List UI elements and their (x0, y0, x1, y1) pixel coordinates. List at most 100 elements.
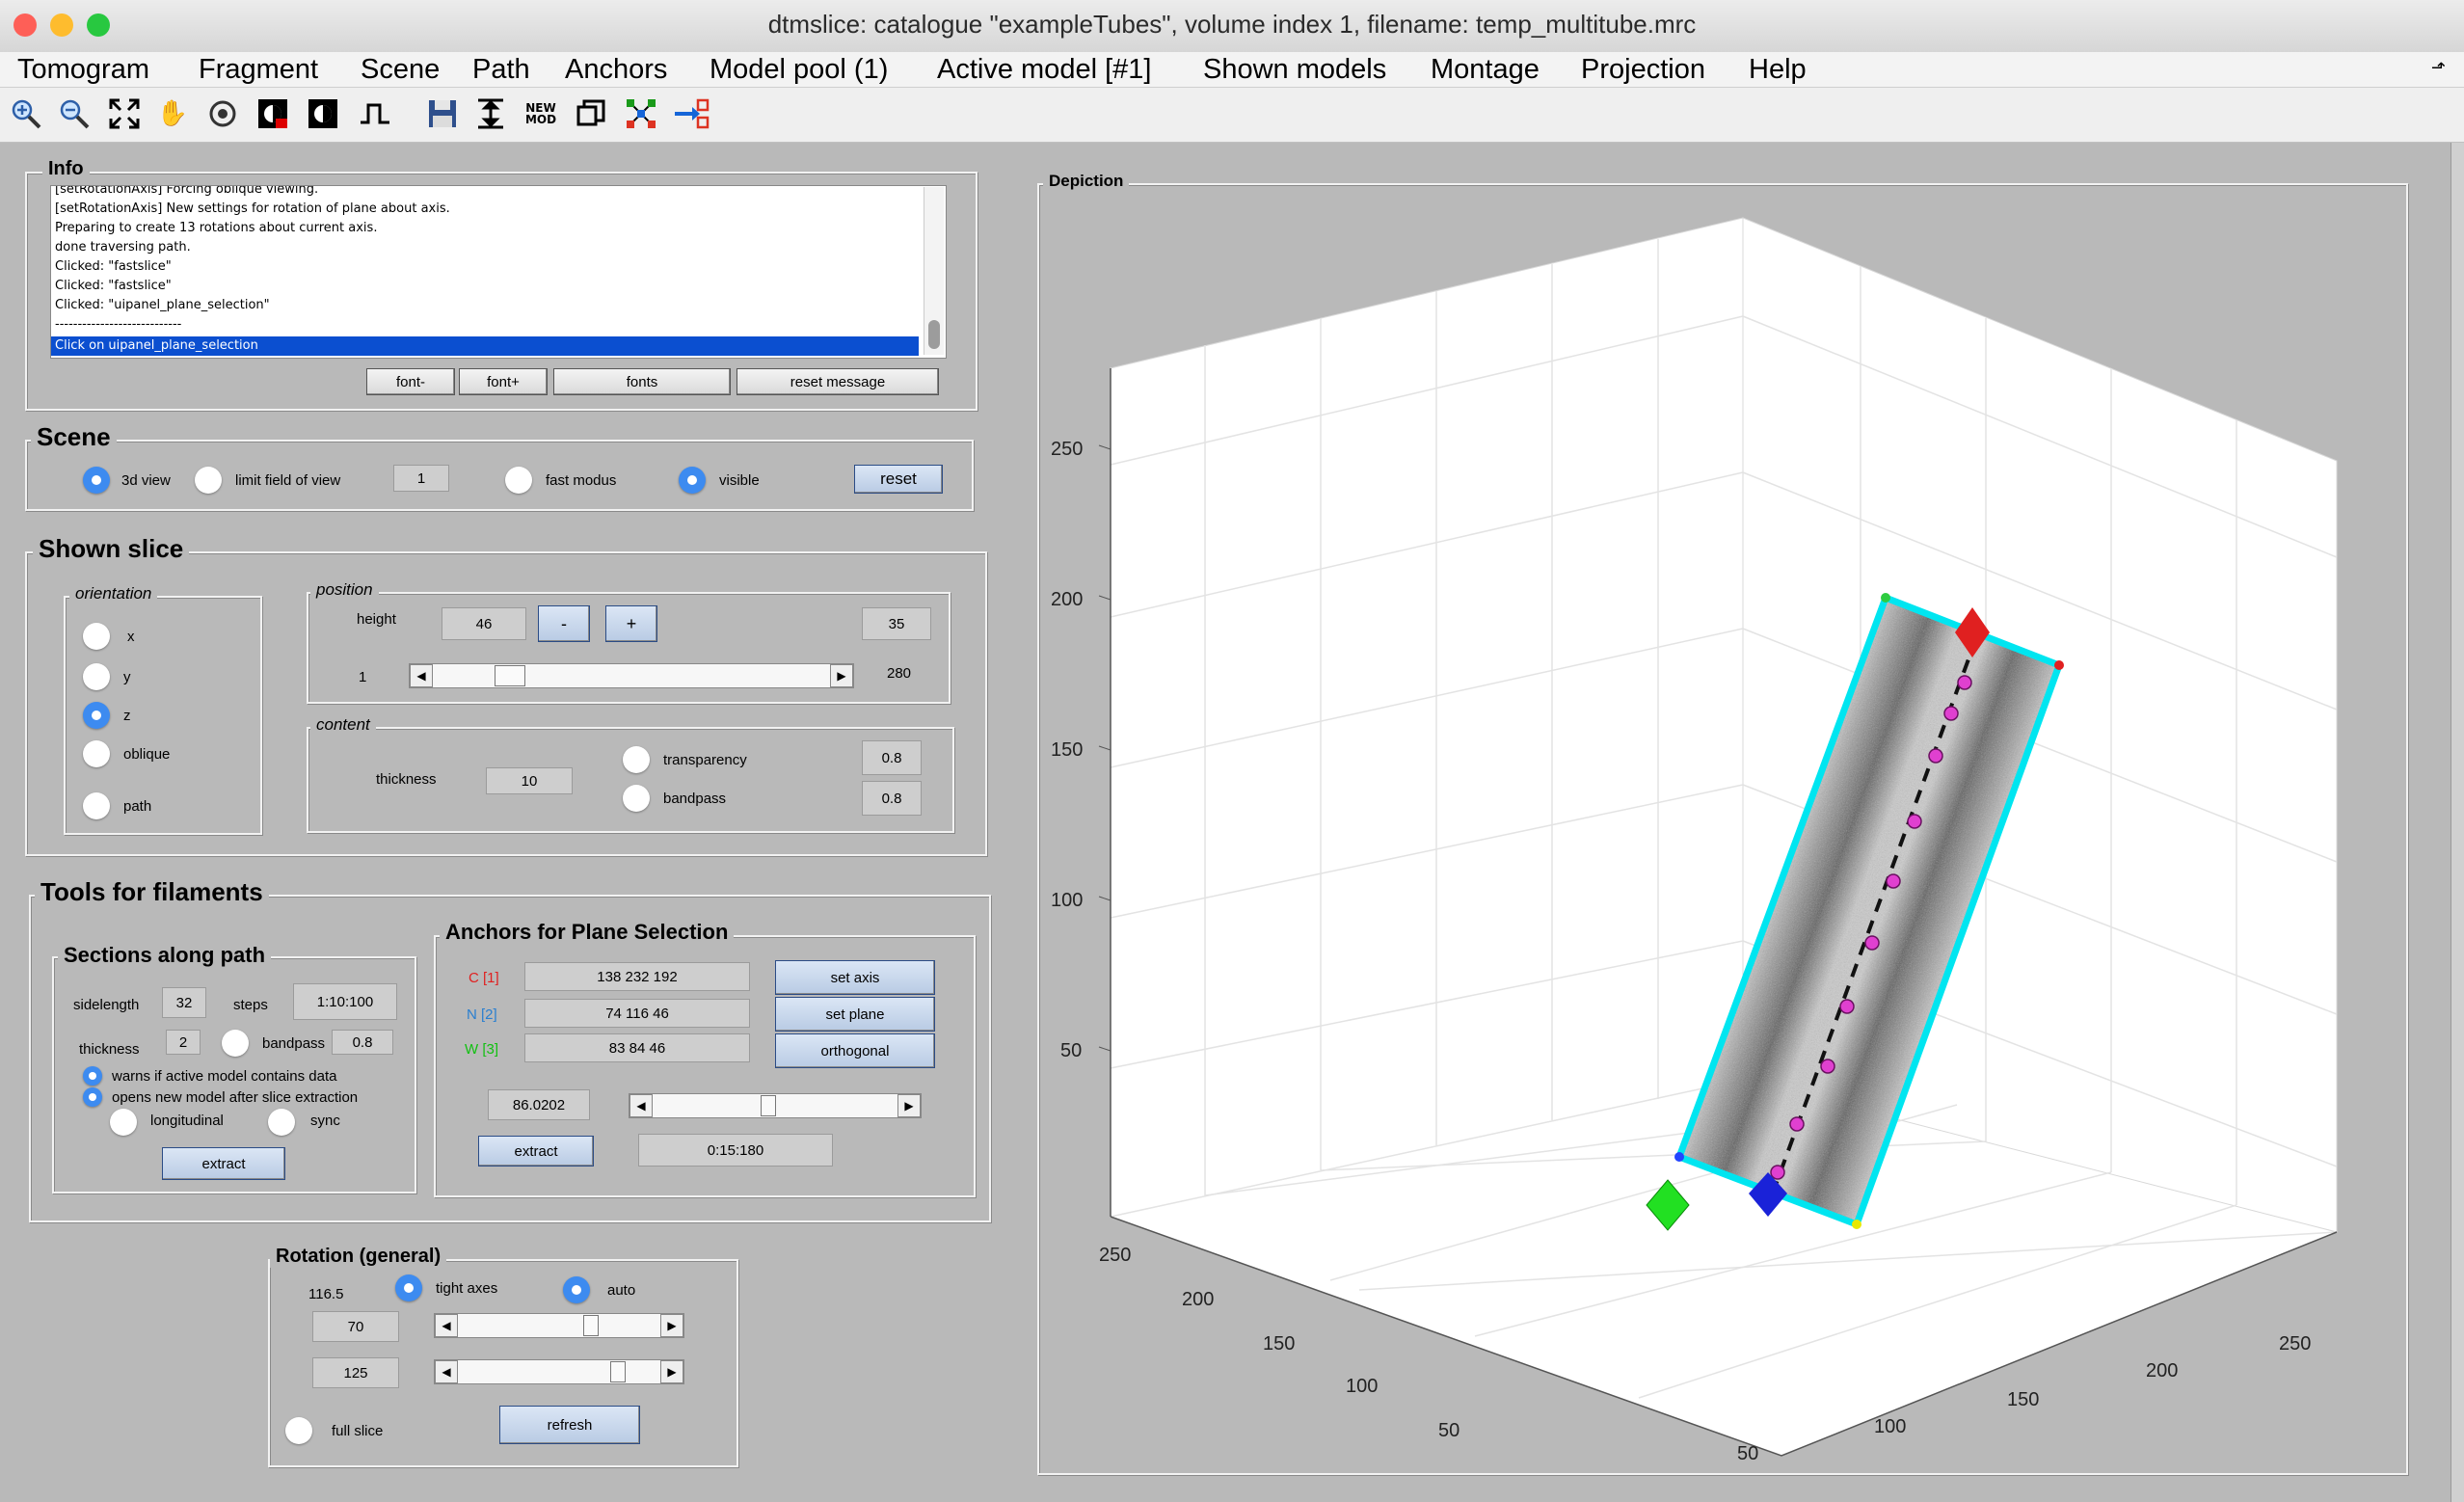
section-bandpass-radio[interactable] (222, 1030, 249, 1057)
path-point[interactable] (1957, 675, 1972, 690)
contrast-invert-icon[interactable] (305, 95, 341, 132)
path-point[interactable] (1820, 1059, 1835, 1074)
info-message-list[interactable]: [setRotationAxis] Forcing oblique viewin… (50, 185, 947, 359)
anchor-w-value-field[interactable]: 83 84 46 (524, 1033, 750, 1062)
orientation-y-radio[interactable] (83, 663, 110, 690)
visible-radio[interactable] (679, 467, 706, 494)
tight-axes-radio[interactable] (395, 1274, 422, 1301)
height-decrement-button[interactable]: - (538, 605, 590, 642)
menu-help[interactable]: Help (1749, 52, 1807, 87)
height-increment-button[interactable]: + (605, 605, 657, 642)
limit-fov-radio[interactable] (195, 467, 222, 494)
rotation-v1-slider[interactable]: ◀ ▶ (434, 1313, 684, 1338)
height-value-field[interactable]: 46 (442, 607, 526, 640)
pulse-step-icon[interactable] (357, 95, 393, 132)
path-point[interactable] (1770, 1165, 1785, 1180)
info-scrollbar[interactable] (924, 187, 944, 355)
save-icon[interactable] (424, 95, 461, 132)
warns-radio[interactable] (83, 1066, 102, 1086)
menu-scene[interactable]: Scene (361, 52, 440, 87)
window-scrollbar[interactable] (2451, 143, 2464, 1502)
fast-modus-radio[interactable] (505, 467, 532, 494)
steps-value-field[interactable]: 1:10:100 (293, 983, 397, 1020)
contrast-icon[interactable] (254, 95, 291, 132)
full-slice-radio[interactable] (285, 1417, 312, 1444)
slider-thumb[interactable] (495, 665, 525, 686)
slider-right-arrow-icon[interactable]: ▶ (897, 1094, 921, 1117)
menu-tomogram[interactable]: Tomogram (17, 52, 149, 87)
longitudinal-radio[interactable] (110, 1109, 137, 1136)
transparency-radio[interactable] (623, 746, 650, 773)
reset-message-button[interactable]: reset message (737, 368, 939, 395)
menu-montage[interactable]: Montage (1431, 52, 1540, 87)
menu-path[interactable]: Path (472, 52, 530, 87)
path-point[interactable] (1928, 748, 1943, 764)
rotation-range-field[interactable]: 0:15:180 (638, 1134, 833, 1167)
angle-slider[interactable]: ◀ ▶ (629, 1093, 922, 1118)
scene-reset-button[interactable]: reset (854, 465, 943, 494)
path-point[interactable] (1864, 935, 1880, 951)
menu-projection[interactable]: Projection (1581, 52, 1705, 87)
path-point[interactable] (1789, 1116, 1805, 1132)
set-plane-button[interactable]: set plane (775, 997, 935, 1032)
orientation-x-radio[interactable] (83, 623, 110, 650)
content-bandpass-value-field[interactable]: 0.8 (862, 781, 922, 816)
angle-value-field[interactable]: 86.0202 (488, 1089, 590, 1120)
rotation-v2-slider[interactable]: ◀ ▶ (434, 1359, 684, 1384)
sections-extract-button[interactable]: extract (162, 1147, 285, 1180)
info-line-selected[interactable]: Click on uipanel_plane_selection (51, 336, 919, 356)
pan-hand-icon[interactable]: ✋ (154, 95, 191, 132)
range-icon[interactable] (472, 95, 509, 132)
content-bandpass-radio[interactable] (623, 785, 650, 812)
info-scroll-thumb[interactable] (928, 320, 940, 349)
path-point[interactable] (1943, 706, 1959, 721)
orientation-path-radio[interactable] (83, 792, 110, 819)
height-slider[interactable]: ◀ ▶ (409, 663, 854, 688)
refresh-button[interactable]: refresh (499, 1406, 640, 1444)
font-increase-button[interactable]: font+ (459, 368, 548, 395)
path-point[interactable] (1886, 873, 1901, 889)
transfer-arrow-icon[interactable] (673, 95, 710, 132)
new-model-button[interactable]: NEW MOD (522, 95, 559, 132)
view3d-radio[interactable] (83, 467, 110, 494)
sync-radio[interactable] (268, 1109, 295, 1136)
menu-overflow-icon[interactable]: ⬏ (2431, 58, 2446, 78)
menu-anchors[interactable]: Anchors (565, 52, 667, 87)
orientation-oblique-radio[interactable] (83, 740, 110, 767)
anchors-extract-button[interactable]: extract (478, 1136, 594, 1167)
rotation-v1-field[interactable]: 70 (312, 1311, 399, 1342)
zoom-out-icon[interactable] (56, 95, 93, 132)
section-thickness-value-field[interactable]: 2 (166, 1030, 201, 1055)
fonts-button[interactable]: fonts (553, 368, 731, 395)
slider-left-arrow-icon[interactable]: ◀ (629, 1094, 653, 1117)
path-point[interactable] (1907, 814, 1922, 829)
depiction-3d-axes[interactable]: 250 200 150 100 50 250 200 150 100 50 25… (1041, 193, 2402, 1465)
orientation-z-radio[interactable] (83, 702, 110, 729)
anchor-n-value-field[interactable]: 74 116 46 (524, 999, 750, 1028)
menu-shown-models[interactable]: Shown models (1203, 52, 1386, 87)
anchor-c-value-field[interactable]: 138 232 192 (524, 962, 750, 991)
slider-left-arrow-icon[interactable]: ◀ (410, 664, 433, 687)
rotate-3d-icon[interactable] (204, 95, 241, 132)
layers-icon[interactable] (573, 95, 609, 132)
slider-thumb[interactable] (761, 1095, 776, 1116)
menu-model-pool[interactable]: Model pool (1) (710, 52, 888, 87)
slider-left-arrow-icon[interactable]: ◀ (435, 1360, 458, 1383)
set-axis-button[interactable]: set axis (775, 960, 935, 995)
slider-right-arrow-icon[interactable]: ▶ (660, 1314, 683, 1337)
network-graph-icon[interactable] (623, 95, 659, 132)
sidelength-value-field[interactable]: 32 (162, 987, 206, 1018)
font-decrease-button[interactable]: font- (366, 368, 455, 395)
slider-right-arrow-icon[interactable]: ▶ (660, 1360, 683, 1383)
zoom-in-icon[interactable] (8, 95, 44, 132)
slider-left-arrow-icon[interactable]: ◀ (435, 1314, 458, 1337)
orthogonal-button[interactable]: orthogonal (775, 1033, 935, 1068)
rotation-v2-field[interactable]: 125 (312, 1357, 399, 1388)
path-point[interactable] (1839, 999, 1855, 1014)
thickness-value-field[interactable]: 10 (486, 767, 573, 794)
slider-thumb[interactable] (610, 1361, 626, 1382)
slider-thumb[interactable] (583, 1315, 599, 1336)
position-max-field[interactable]: 35 (862, 607, 931, 640)
fit-view-icon[interactable] (106, 95, 143, 132)
opens-new-model-radio[interactable] (83, 1087, 102, 1107)
